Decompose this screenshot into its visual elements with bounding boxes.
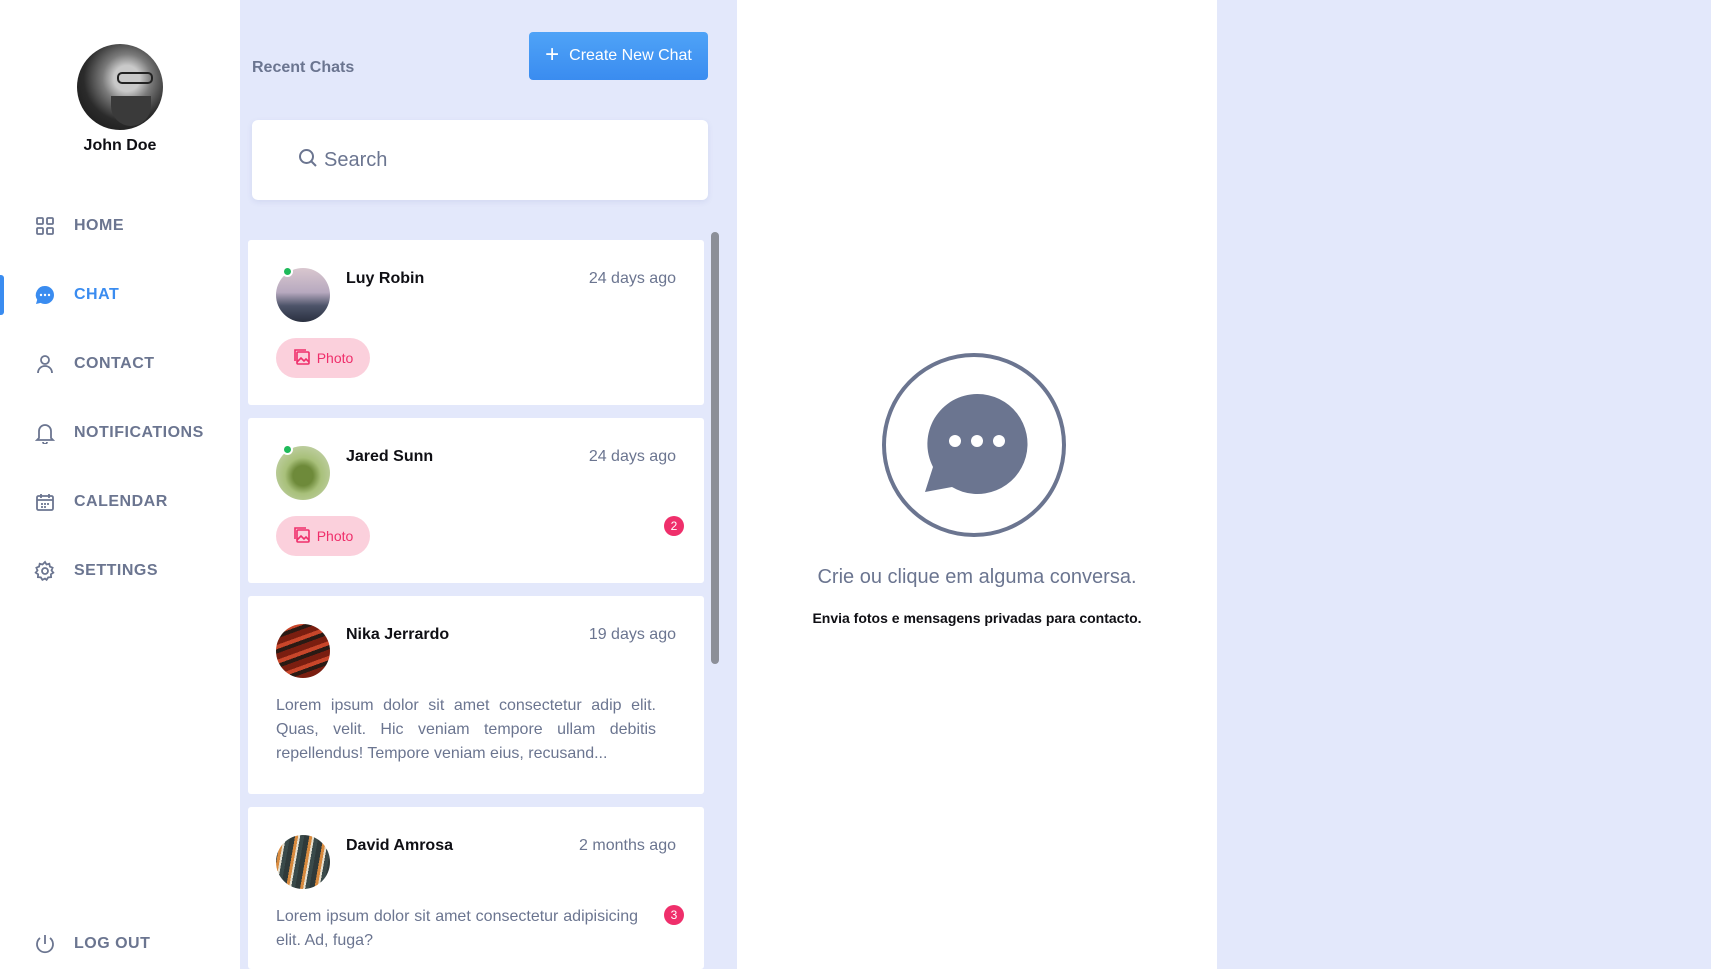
- conversation-area: Crie ou clique em alguma conversa. Envia…: [737, 0, 1217, 969]
- profile-name: John Doe: [83, 137, 157, 154]
- photo-tag: Photo: [276, 516, 370, 556]
- chat-card[interactable]: Luy Robin 24 days ago Photo: [248, 240, 704, 405]
- recent-chats-title: Recent Chats: [252, 59, 355, 76]
- sidebar-item-notifications[interactable]: NOTIFICATIONS: [0, 411, 240, 455]
- search-input[interactable]: [324, 148, 684, 172]
- sidebar-item-label: HOME: [74, 217, 124, 234]
- chat-time: 24 days ago: [588, 448, 676, 465]
- calendar-icon: [34, 491, 56, 513]
- logout-button[interactable]: LOG OUT: [0, 922, 240, 966]
- sidebar-item-home[interactable]: HOME: [0, 204, 240, 248]
- photo-tag-label: Photo: [316, 350, 354, 366]
- logout-label: LOG OUT: [74, 935, 151, 952]
- empty-state-subtitle: Envia fotos e mensagens privadas para co…: [812, 610, 1142, 626]
- online-indicator: [282, 266, 293, 277]
- online-indicator: [282, 444, 293, 455]
- chat-name: Jared Sunn: [346, 448, 434, 465]
- empty-state-title: Crie ou clique em alguma conversa.: [817, 566, 1137, 588]
- create-new-chat-button[interactable]: + Create New Chat: [529, 32, 708, 80]
- chat-name: Nika Jerrardo: [346, 626, 450, 643]
- gear-icon: [34, 560, 56, 582]
- beard-shape: [111, 96, 151, 126]
- grid-icon: [34, 215, 56, 237]
- chat-preview: Lorem ipsum dolor sit amet consectetur a…: [276, 697, 656, 762]
- search-box: [252, 120, 708, 200]
- bell-icon: [34, 422, 56, 444]
- chat-bubble-icon: [34, 284, 56, 306]
- sidebar-item-label: NOTIFICATIONS: [74, 424, 204, 441]
- unread-badge: 2: [664, 516, 684, 536]
- chat-time: 24 days ago: [588, 270, 676, 287]
- avatar[interactable]: [77, 44, 163, 130]
- profile: John Doe: [0, 44, 240, 155]
- chat-preview: Lorem ipsum dolor sit amet consectetur a…: [276, 908, 638, 949]
- app-root: John Doe HOME CHAT CONTACT NOTIFICATIONS…: [0, 0, 1711, 969]
- search-icon: [298, 148, 324, 173]
- chat-name: David Amrosa: [346, 837, 453, 854]
- unread-badge: 3: [664, 905, 684, 925]
- chat-card[interactable]: Nika Jerrardo 19 days ago Lorem ipsum do…: [248, 596, 704, 794]
- chat-bubble-icon: [919, 388, 1029, 503]
- right-panel-background: [1217, 0, 1711, 969]
- sidebar-item-label: CONTACT: [74, 355, 155, 372]
- user-icon: [34, 353, 56, 375]
- sidebar-item-label: CHAT: [74, 286, 120, 303]
- chat-card[interactable]: David Amrosa 2 months ago Lorem ipsum do…: [248, 807, 704, 969]
- sidebar-item-settings[interactable]: SETTINGS: [0, 549, 240, 593]
- sidebar-item-label: CALENDAR: [74, 493, 168, 510]
- power-icon: [34, 933, 56, 955]
- sidebar-item-calendar[interactable]: CALENDAR: [0, 480, 240, 524]
- photo-tag: Photo: [276, 338, 370, 378]
- photo-tag-label: Photo: [316, 528, 354, 544]
- chat-list-panel: Recent Chats + Create New Chat Luy Robin…: [240, 0, 737, 969]
- sidebar: John Doe HOME CHAT CONTACT NOTIFICATIONS…: [0, 0, 240, 969]
- plus-icon: +: [545, 41, 560, 68]
- sidebar-item-chat[interactable]: CHAT: [0, 273, 240, 317]
- create-new-chat-label: Create New Chat: [569, 47, 692, 64]
- chat-card[interactable]: Jared Sunn 24 days ago Photo 2: [248, 418, 704, 583]
- chat-list-scrollbar[interactable]: [711, 232, 719, 664]
- chat-name: Luy Robin: [346, 270, 425, 287]
- chat-avatar: [276, 835, 330, 889]
- sidebar-item-label: SETTINGS: [74, 562, 159, 579]
- sidebar-item-contact[interactable]: CONTACT: [0, 342, 240, 386]
- chat-time: 19 days ago: [588, 626, 676, 643]
- glasses-shape: [117, 72, 153, 84]
- chat-time: 2 months ago: [579, 837, 676, 854]
- chat-avatar: [276, 624, 330, 678]
- image-icon: [293, 526, 311, 547]
- empty-state-circle: [882, 353, 1066, 537]
- image-icon: [293, 348, 311, 369]
